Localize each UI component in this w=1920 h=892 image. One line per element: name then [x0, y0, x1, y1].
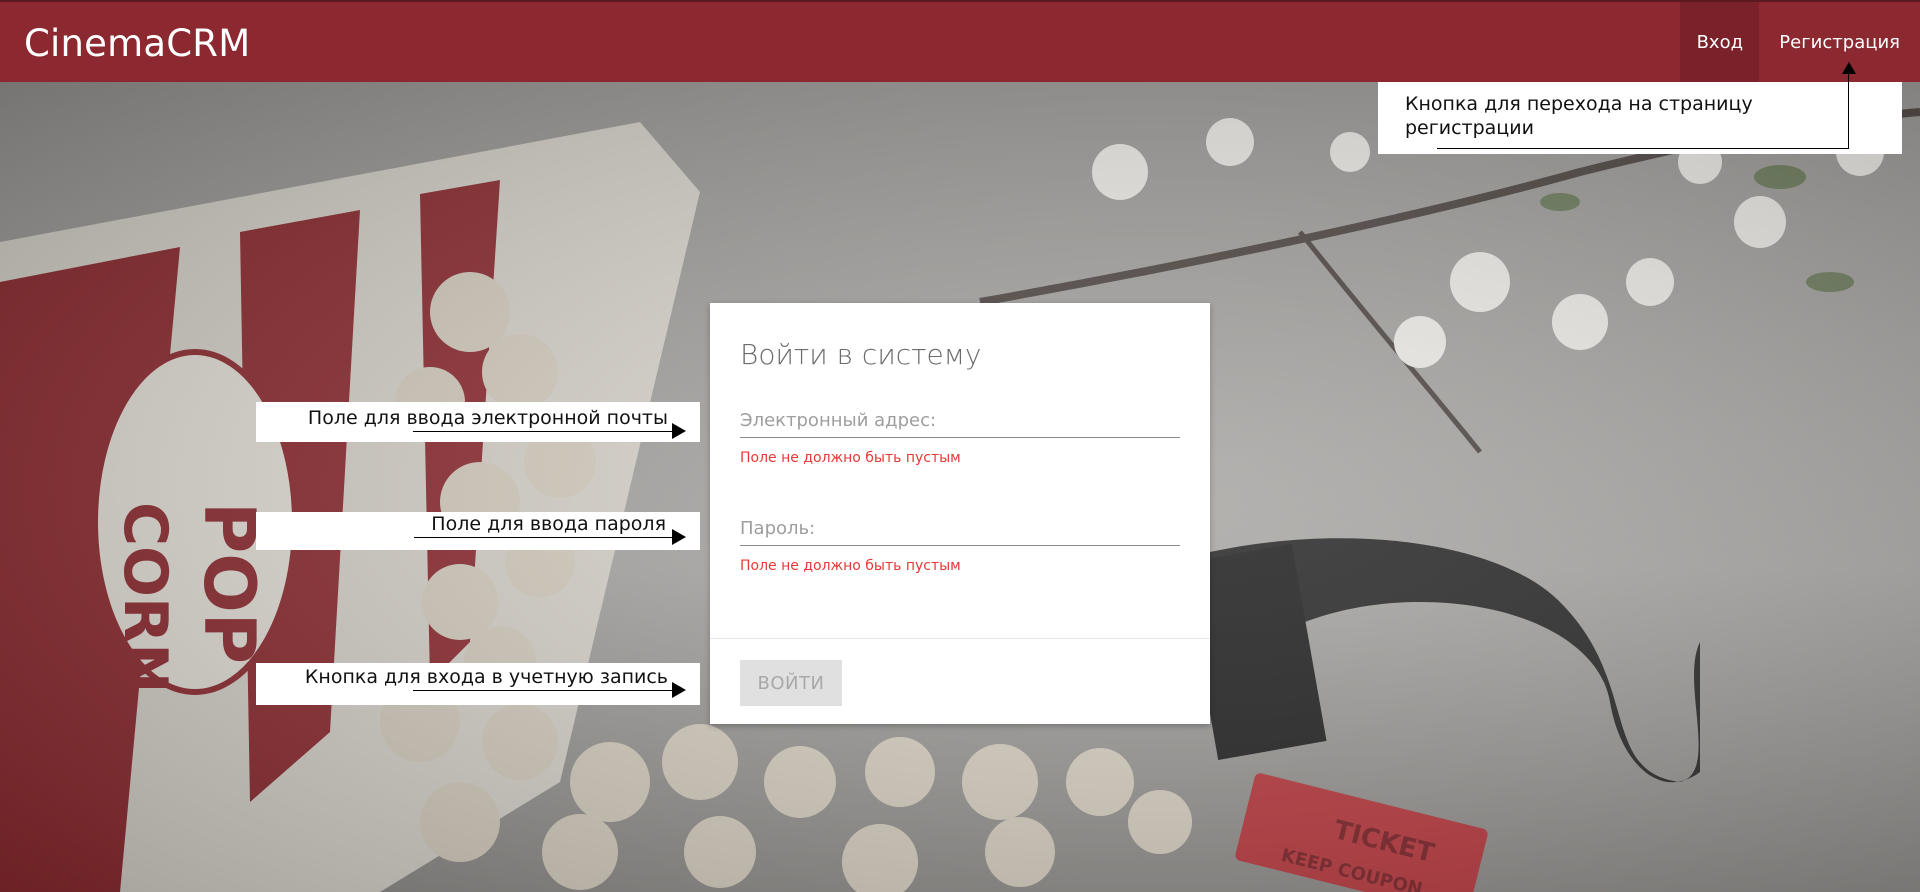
brand-logo[interactable]: CinemaCRM: [24, 22, 250, 65]
arrow-right-icon: [672, 529, 686, 545]
login-title: Войти в систему: [740, 338, 982, 371]
email-field-group: Поле не должно быть пустым: [740, 403, 1180, 466]
annotation-register-line-vertical: [1848, 67, 1849, 149]
email-error-text: Поле не должно быть пустым: [740, 450, 961, 466]
annotation-email-text: Поле для ввода электронной почты: [307, 407, 668, 429]
annotation-register-button: Кнопка для перехода на страницу регистра…: [1378, 67, 1902, 154]
login-card: Войти в систему Поле не должно быть пуст…: [710, 303, 1210, 724]
nav-login-link[interactable]: Вход: [1680, 2, 1760, 82]
arrow-right-icon: [672, 423, 686, 439]
annotation-email-line: [413, 431, 673, 432]
annotation-email-field: Поле для ввода электронной почты: [256, 402, 700, 442]
annotation-password-line: [414, 537, 673, 538]
login-button[interactable]: ВОЙТИ: [740, 660, 842, 706]
annotation-password-text: Поле для ввода пароля: [431, 513, 666, 535]
top-navbar: CinemaCRM Вход Регистрация: [0, 0, 1920, 82]
page: POP CORN: [0, 0, 1920, 892]
email-input[interactable]: [740, 403, 1180, 438]
arrow-right-icon: [672, 682, 686, 698]
arrow-up-icon: [1842, 62, 1856, 74]
annotation-login-text: Кнопка для входа в учетную запись: [304, 666, 668, 688]
password-field-group: Поле не должно быть пустым: [740, 511, 1180, 574]
annotation-login-line: [413, 690, 673, 691]
nav-register-link[interactable]: Регистрация: [1759, 2, 1920, 82]
password-error-text: Поле не должно быть пустым: [740, 558, 961, 574]
annotation-register-line-horizontal: [1437, 148, 1848, 149]
nav-menu: Вход Регистрация: [1680, 2, 1920, 82]
annotation-password-field: Поле для ввода пароля: [256, 512, 700, 550]
password-input[interactable]: [740, 511, 1180, 546]
annotation-register-text: Кнопка для перехода на страницу регистра…: [1405, 93, 1753, 139]
annotation-login-button: Кнопка для входа в учетную запись: [256, 663, 700, 705]
card-divider: [710, 638, 1210, 639]
